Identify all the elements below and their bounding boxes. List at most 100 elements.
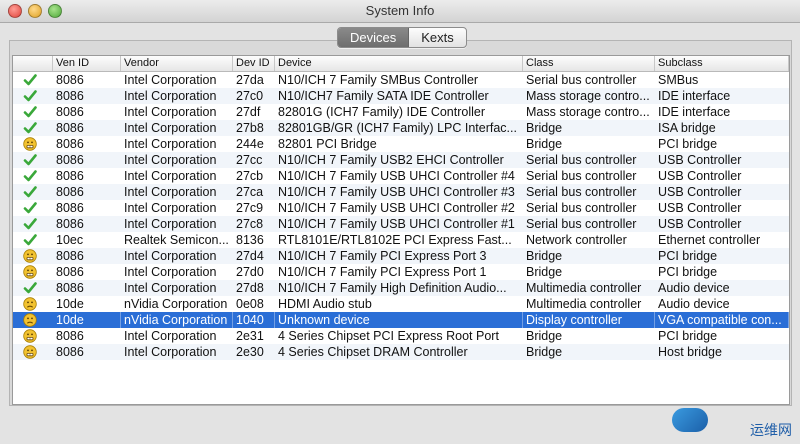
- cell-device: RTL8101E/RTL8102E PCI Express Fast...: [278, 233, 512, 247]
- cell-device: Unknown device: [275, 312, 523, 328]
- grimace-face-icon: [23, 329, 37, 343]
- cell-vendor: Intel Corporation: [124, 249, 217, 263]
- cell-ven-id: 8086: [56, 217, 84, 231]
- cell-vendor: Intel Corporation: [124, 105, 217, 119]
- cell-ven-id: 10de: [53, 312, 121, 328]
- cell-class: Bridge: [526, 345, 563, 359]
- green-checkmark-icon: [23, 153, 37, 167]
- table-row[interactable]: 8086 Intel Corporation 27da N10/ICH 7 Famil…: [13, 72, 789, 88]
- cell-subclass: IDE interface: [658, 105, 731, 119]
- table-row[interactable]: 8086 Intel Corporation 27cb N10/ICH 7 Famil…: [13, 168, 789, 184]
- table-row[interactable]: 10ec Realtek Semicon... 8136 RTL8101E/RTL81…: [13, 232, 789, 248]
- cell-dev-id: 27cb: [236, 169, 264, 183]
- cell-ven-id: 8086: [56, 329, 84, 343]
- table-row[interactable]: 8086 Intel Corporation 27c8 N10/ICH 7 Famil…: [13, 216, 789, 232]
- cell-subclass: VGA compatible con...: [655, 312, 789, 328]
- green-checkmark-icon: [23, 217, 37, 231]
- cell-class: Serial bus controller: [526, 201, 637, 215]
- cell-dev-id: 27d0: [236, 265, 264, 279]
- table-row[interactable]: 8086 Intel Corporation 27c9 N10/ICH 7 Famil…: [13, 200, 789, 216]
- table-row[interactable]: 10de nVidia Corporation 0e08 HDMI Audio stu…: [13, 296, 789, 312]
- cell-class: Multimedia controller: [526, 281, 642, 295]
- cell-vendor: Intel Corporation: [124, 73, 217, 87]
- table-row[interactable]: 8086 Intel Corporation 27cc N10/ICH 7 Famil…: [13, 152, 789, 168]
- cell-ven-id: 8086: [56, 265, 84, 279]
- cell-dev-id: 0e08: [236, 297, 264, 311]
- cell-class: Serial bus controller: [526, 153, 637, 167]
- header-subclass[interactable]: Subclass: [655, 56, 789, 71]
- table-row[interactable]: 8086 Intel Corporation 2e31 4 Series Chipse…: [13, 328, 789, 344]
- cell-ven-id: 10de: [56, 297, 84, 311]
- cell-subclass: Host bridge: [658, 345, 722, 359]
- table-row[interactable]: 8086 Intel Corporation 27d0 N10/ICH 7 Famil…: [13, 264, 789, 280]
- cell-class: Bridge: [526, 249, 563, 263]
- cell-vendor: Intel Corporation: [124, 345, 217, 359]
- table-row[interactable]: 8086 Intel Corporation 27d8 N10/ICH 7 Famil…: [13, 280, 789, 296]
- cell-dev-id: 27d8: [236, 281, 264, 295]
- header-device[interactable]: Device: [275, 56, 523, 71]
- cell-device: 4 Series Chipset PCI Express Root Port: [278, 329, 499, 343]
- header-ven-id[interactable]: Ven ID: [53, 56, 121, 71]
- tab-devices[interactable]: Devices: [338, 28, 410, 47]
- cell-vendor: Intel Corporation: [124, 265, 217, 279]
- table-row[interactable]: 8086 Intel Corporation 27d4 N10/ICH 7 Famil…: [13, 248, 789, 264]
- cell-ven-id: 8086: [56, 201, 84, 215]
- green-checkmark-icon: [23, 185, 37, 199]
- cell-subclass: PCI bridge: [658, 249, 718, 263]
- cell-dev-id: 27ca: [236, 185, 264, 199]
- system-info-window: System Info Devices Kexts Ven ID Vendor …: [0, 0, 800, 444]
- cell-subclass: PCI bridge: [658, 329, 718, 343]
- cell-ven-id: 8086: [56, 137, 84, 151]
- header-status[interactable]: [13, 56, 53, 71]
- cell-device: N10/ICH 7 Family USB UHCI Controller #3: [278, 185, 515, 199]
- table-row[interactable]: 8086 Intel Corporation 27c0 N10/ICH7 Family…: [13, 88, 789, 104]
- cell-device: N10/ICH 7 Family USB UHCI Controller #2: [278, 201, 515, 215]
- cell-class: Serial bus controller: [526, 185, 637, 199]
- devices-table: Ven ID Vendor Dev ID Device Class Subcla…: [12, 55, 790, 405]
- cell-class: Mass storage contro...: [526, 89, 650, 103]
- table-header: Ven ID Vendor Dev ID Device Class Subcla…: [13, 56, 789, 72]
- green-checkmark-icon: [23, 89, 37, 103]
- cell-ven-id: 8086: [56, 185, 84, 199]
- cell-device: N10/ICH 7 Family USB2 EHCI Controller: [278, 153, 504, 167]
- tab-kexts[interactable]: Kexts: [409, 28, 466, 47]
- grimace-face-icon: [23, 345, 37, 359]
- cell-ven-id: 8086: [56, 73, 84, 87]
- cell-subclass: Audio device: [658, 297, 730, 311]
- cell-dev-id: 27c9: [236, 201, 264, 215]
- cell-subclass: PCI bridge: [658, 137, 718, 151]
- cell-ven-id: 8086: [56, 169, 84, 183]
- cell-vendor: Intel Corporation: [124, 121, 217, 135]
- header-dev-id[interactable]: Dev ID: [233, 56, 275, 71]
- cell-subclass: USB Controller: [658, 217, 742, 231]
- cell-class: Mass storage contro...: [526, 105, 650, 119]
- cell-subclass: IDE interface: [658, 89, 731, 103]
- header-class[interactable]: Class: [523, 56, 655, 71]
- cell-dev-id: 2e30: [236, 345, 264, 359]
- cell-device: 4 Series Chipset DRAM Controller: [278, 345, 468, 359]
- cell-device: N10/ICH 7 Family High Definition Audio..…: [278, 281, 507, 295]
- cell-subclass: USB Controller: [658, 201, 742, 215]
- green-checkmark-icon: [23, 169, 37, 183]
- cell-device: 82801 PCI Bridge: [278, 137, 377, 151]
- green-checkmark-icon: [23, 281, 37, 295]
- window-title: System Info: [365, 3, 435, 18]
- table-row[interactable]: 8086 Intel Corporation 27ca N10/ICH 7 Famil…: [13, 184, 789, 200]
- table-row[interactable]: 8086 Intel Corporation 2e30 4 Series Chipse…: [13, 344, 789, 360]
- cell-ven-id: 10ec: [56, 233, 84, 247]
- table-row[interactable]: 8086 Intel Corporation 27df 82801G (ICH7 Fa…: [13, 104, 789, 120]
- cell-dev-id: 27da: [236, 73, 264, 87]
- cell-dev-id: 8136: [236, 233, 264, 247]
- table-row-selected[interactable]: 10de nVidia Corporation 1040 Unknown device…: [13, 312, 789, 328]
- cell-ven-id: 8086: [56, 153, 84, 167]
- header-vendor[interactable]: Vendor: [121, 56, 233, 71]
- cell-vendor: Intel Corporation: [124, 137, 217, 151]
- table-row[interactable]: 8086 Intel Corporation 244e 82801 PCI Bridg…: [13, 136, 789, 152]
- table-row[interactable]: 8086 Intel Corporation 27b8 82801GB/GR (ICH…: [13, 120, 789, 136]
- cell-device: N10/ICH 7 Family SMBus Controller: [278, 73, 479, 87]
- cell-class: Serial bus controller: [526, 169, 637, 183]
- cell-dev-id: 27cc: [236, 153, 263, 167]
- green-checkmark-icon: [23, 73, 37, 87]
- cell-vendor: Intel Corporation: [124, 169, 217, 183]
- green-checkmark-icon: [23, 233, 37, 247]
